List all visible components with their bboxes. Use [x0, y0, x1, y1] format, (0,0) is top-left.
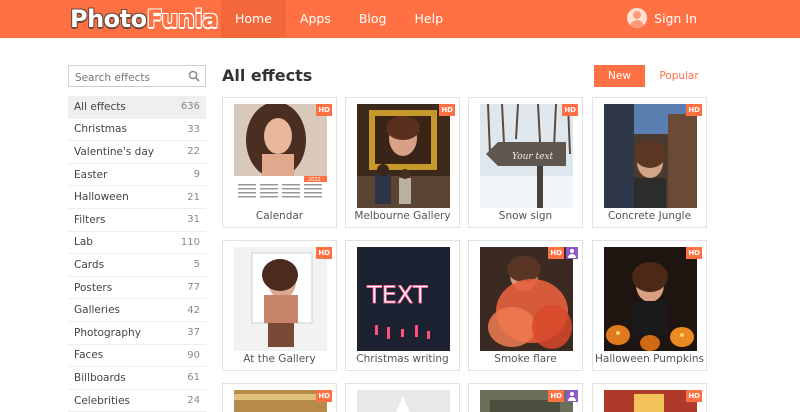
- at-the-gallery-thumbnail: [234, 247, 327, 351]
- effect-label: Melbourne Gallery: [354, 210, 451, 222]
- search-input[interactable]: [69, 68, 179, 88]
- effect-label: Smoke flare: [494, 353, 557, 365]
- effect-card-concrete-jungle[interactable]: HD Concrete Jungle: [592, 97, 707, 228]
- effect-thumbnail: [234, 390, 327, 412]
- calendar-thumbnail: 2022: [234, 104, 327, 208]
- sign-text: Your text: [512, 152, 554, 162]
- user-avatar-icon: [627, 8, 648, 28]
- category-celebrities[interactable]: Celebrities 24: [68, 390, 206, 412]
- sign-in-label: Sign In: [654, 10, 697, 26]
- category-lab[interactable]: Lab 110: [68, 232, 206, 255]
- effect-card-halloween-pumpkins[interactable]: HD Halloween Pumpkins: [592, 240, 707, 371]
- category-christmas[interactable]: Christmas 33: [68, 119, 206, 142]
- hd-badge: HD: [316, 247, 332, 259]
- hd-badge: HD: [686, 104, 702, 116]
- user-photo-icon: [566, 390, 578, 402]
- effect-card[interactable]: HD: [468, 383, 583, 412]
- hd-badge: HD: [316, 390, 332, 402]
- category-cards[interactable]: Cards 5: [68, 254, 206, 277]
- search-icon[interactable]: [188, 70, 200, 82]
- sign-in-button[interactable]: Sign In: [627, 8, 697, 28]
- category-galleries[interactable]: Galleries 42: [68, 299, 206, 322]
- melbourne-gallery-thumbnail: [357, 104, 450, 208]
- hd-badge: HD: [548, 247, 564, 259]
- sparkler-text: TEXT: [366, 281, 428, 309]
- photofunia-logo[interactable]: PhotoFunia: [70, 5, 218, 33]
- category-billboards[interactable]: Billboards 61: [68, 367, 206, 390]
- category-easter[interactable]: Easter 9: [68, 164, 206, 187]
- category-photography[interactable]: Photography 37: [68, 322, 206, 345]
- category-posters[interactable]: Posters 77: [68, 277, 206, 300]
- nav-home[interactable]: Home: [221, 0, 286, 38]
- effect-card[interactable]: HD: [222, 383, 337, 412]
- category-all-effects[interactable]: All effects 636: [68, 96, 206, 119]
- effect-card-smoke-flare[interactable]: HD Smoke flare: [468, 240, 583, 371]
- hd-badge: HD: [439, 104, 455, 116]
- effect-card[interactable]: [345, 383, 460, 412]
- christmas-writing-thumbnail: TEXT: [357, 247, 450, 351]
- top-bar: PhotoFunia Home Apps Blog Help Sign In: [0, 0, 800, 38]
- smoke-flare-thumbnail: [480, 247, 573, 351]
- effect-card-melbourne-gallery[interactable]: HD Melbourne Gallery: [345, 97, 460, 228]
- snow-sign-thumbnail: Your text: [480, 104, 573, 208]
- effect-label: Halloween Pumpkins: [595, 353, 704, 365]
- nav-help[interactable]: Help: [401, 0, 458, 38]
- hd-badge: HD: [686, 247, 702, 259]
- effect-label: Concrete Jungle: [607, 210, 692, 222]
- effect-label: Snow sign: [498, 210, 553, 222]
- hd-badge: HD: [562, 104, 578, 116]
- effect-thumbnail: [357, 390, 450, 412]
- effect-card[interactable]: HD: [592, 383, 707, 412]
- effect-label: At the Gallery: [243, 353, 316, 365]
- effect-card-at-the-gallery[interactable]: HD At the Gallery: [222, 240, 337, 371]
- hd-badge: HD: [548, 390, 564, 402]
- nav-blog[interactable]: Blog: [345, 0, 401, 38]
- main-nav: Home Apps Blog Help: [221, 0, 457, 38]
- category-list: All effects 636 Christmas 33 Valentine's d…: [68, 96, 206, 412]
- effect-thumbnail: [604, 390, 697, 412]
- effect-card-calendar[interactable]: 2022 HD Calendar: [222, 97, 337, 228]
- concrete-jungle-thumbnail: [604, 104, 697, 208]
- search-box: [68, 65, 206, 88]
- effect-card-snow-sign[interactable]: Your text HD Snow sign: [468, 97, 583, 228]
- effect-label: Calendar: [255, 210, 304, 222]
- user-photo-icon: [566, 247, 578, 259]
- nav-apps[interactable]: Apps: [286, 0, 345, 38]
- category-valentines-day[interactable]: Valentine's day 22: [68, 141, 206, 164]
- category-halloween[interactable]: Halloween 21: [68, 186, 206, 209]
- calendar-year: 2022: [308, 177, 321, 183]
- effect-card-christmas-writing[interactable]: TEXT Christmas writing: [345, 240, 460, 371]
- sort-popular-button[interactable]: Popular: [652, 65, 706, 87]
- hd-badge: HD: [316, 104, 332, 116]
- page-title: All effects: [222, 66, 313, 85]
- effect-label: Christmas writing: [356, 353, 449, 365]
- hd-badge: HD: [686, 390, 702, 402]
- halloween-pumpkins-thumbnail: [604, 247, 697, 351]
- category-filters[interactable]: Filters 31: [68, 209, 206, 232]
- sort-new-button[interactable]: New: [594, 65, 645, 87]
- category-faces[interactable]: Faces 90: [68, 345, 206, 368]
